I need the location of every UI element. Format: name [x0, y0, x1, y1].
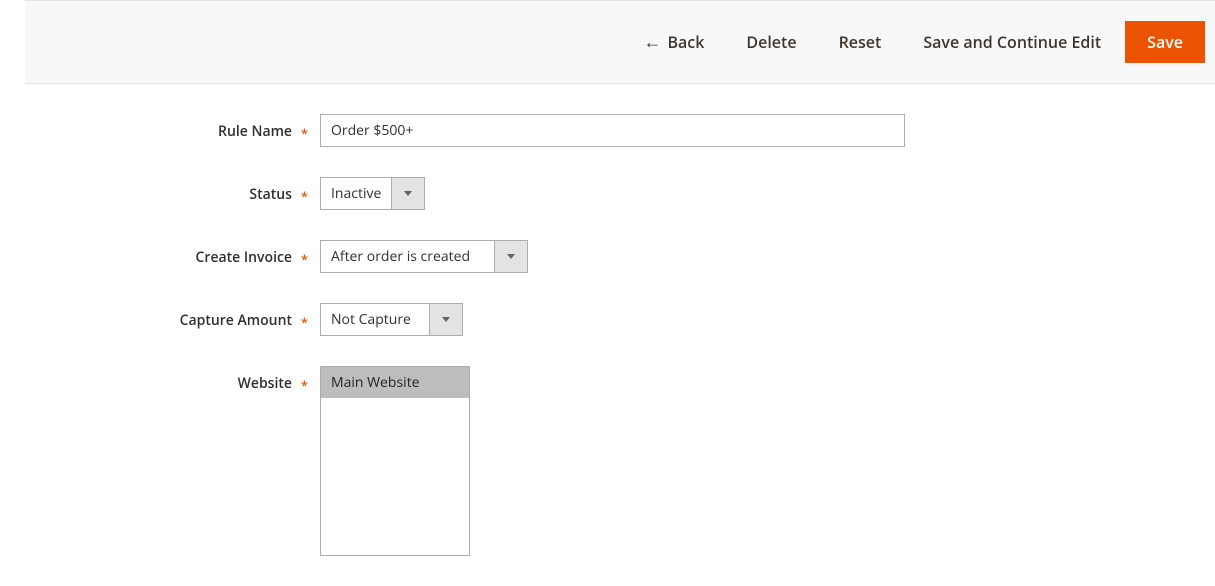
- required-marker: *: [301, 124, 308, 142]
- website-multiselect[interactable]: Main Website: [320, 366, 470, 556]
- page-actions-toolbar: ← Back Delete Reset Save and Continue Ed…: [25, 0, 1215, 84]
- create-invoice-select[interactable]: After order is created: [320, 240, 528, 273]
- capture-amount-select-toggle[interactable]: [429, 304, 462, 335]
- capture-amount-label-wrap: Capture Amount *: [0, 303, 320, 330]
- status-select[interactable]: Inactive: [320, 177, 425, 210]
- field-rule-name: Rule Name *: [0, 114, 1215, 147]
- back-button-label: Back: [667, 31, 704, 53]
- status-label-wrap: Status *: [0, 177, 320, 204]
- status-select-value: Inactive: [321, 178, 391, 209]
- status-label: Status: [249, 185, 292, 204]
- create-invoice-select-value: After order is created: [321, 241, 494, 272]
- back-button[interactable]: ← Back: [625, 23, 722, 61]
- field-website: Website * Main Website: [0, 366, 1215, 556]
- create-invoice-label: Create Invoice: [196, 248, 292, 267]
- create-invoice-select-toggle[interactable]: [494, 241, 527, 272]
- delete-button-label: Delete: [746, 31, 796, 53]
- website-label: Website: [238, 374, 292, 393]
- capture-amount-select[interactable]: Not Capture: [320, 303, 463, 336]
- website-option[interactable]: Main Website: [321, 367, 469, 398]
- arrow-left-icon: ←: [643, 33, 661, 51]
- required-marker: *: [301, 313, 308, 331]
- caret-down-icon: [404, 191, 412, 196]
- capture-amount-label: Capture Amount: [180, 311, 292, 330]
- save-continue-button-label: Save and Continue Edit: [923, 31, 1101, 53]
- save-continue-button[interactable]: Save and Continue Edit: [905, 23, 1119, 61]
- field-create-invoice: Create Invoice * After order is created: [0, 240, 1215, 273]
- website-label-wrap: Website *: [0, 366, 320, 393]
- caret-down-icon: [442, 317, 450, 322]
- reset-button[interactable]: Reset: [821, 23, 900, 61]
- save-button[interactable]: Save: [1125, 21, 1205, 63]
- save-button-label: Save: [1147, 31, 1183, 53]
- required-marker: *: [301, 376, 308, 394]
- capture-amount-select-value: Not Capture: [321, 304, 429, 335]
- create-invoice-label-wrap: Create Invoice *: [0, 240, 320, 267]
- rule-name-label: Rule Name: [218, 122, 292, 141]
- field-status: Status * Inactive: [0, 177, 1215, 210]
- delete-button[interactable]: Delete: [728, 23, 814, 61]
- required-marker: *: [301, 250, 308, 268]
- caret-down-icon: [507, 254, 515, 259]
- required-marker: *: [301, 187, 308, 205]
- status-select-toggle[interactable]: [391, 178, 424, 209]
- field-capture-amount: Capture Amount * Not Capture: [0, 303, 1215, 336]
- rule-name-label-wrap: Rule Name *: [0, 114, 320, 141]
- reset-button-label: Reset: [839, 31, 882, 53]
- form-area: Rule Name * Status * Inactive Create Inv…: [0, 84, 1215, 556]
- rule-name-input[interactable]: [320, 114, 905, 147]
